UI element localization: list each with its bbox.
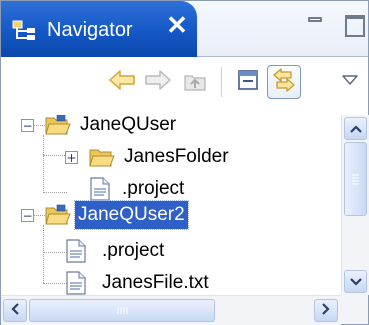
collapse-toggle[interactable]: − [21,119,34,132]
arrow-right-icon [144,69,172,96]
vertical-scrollbar[interactable] [341,115,369,295]
scroll-up-button[interactable] [344,117,367,140]
tree-item-label: JaneQUser [80,115,177,135]
tree-item-project-file[interactable]: .project [65,235,167,267]
collapse-toggle[interactable]: − [21,209,34,222]
view-toolbar [1,57,368,115]
triangle-down-icon [341,73,359,91]
tree-item-janequser[interactable]: − JaneQUser [21,115,179,141]
expand-toggle[interactable]: + [65,151,78,164]
scroll-down-button[interactable] [344,270,367,293]
view-menu-button[interactable] [336,65,364,99]
horizontal-scrollbar[interactable] [1,295,341,325]
chevron-up-icon [349,120,362,138]
horizontal-scroll-thumb[interactable] [29,299,215,322]
tree-item-janesfolder[interactable]: + JanesFolder [65,141,232,173]
tree-guide [43,135,44,193]
tree-guide [43,192,67,193]
project-folder-icon [45,115,71,141]
tree-guide [43,252,67,253]
maximize-button[interactable] [345,15,365,37]
navigator-tab[interactable]: Navigator ✕ [1,1,197,57]
up-button[interactable] [178,65,212,99]
tree-guide [43,283,67,284]
toolbar-separator [221,67,222,97]
up-folder-icon [182,68,208,97]
view-tab-bar: Navigator ✕ [1,1,368,57]
scroll-right-button[interactable] [314,299,338,322]
collapse-all-button[interactable] [231,65,265,99]
tree-guide [43,155,67,156]
close-icon[interactable]: ✕ [165,12,189,38]
text-file-icon [65,271,87,295]
navigator-icon [12,19,42,43]
tree-item-label: JanesFile.txt [102,272,209,293]
tree-item-label: JanesFolder [124,146,229,167]
back-button[interactable] [105,65,139,99]
folder-icon [89,146,115,173]
chevron-down-icon [349,273,362,291]
chevron-left-icon [11,302,19,320]
chevron-right-icon [322,302,330,320]
minimize-button[interactable] [308,17,322,22]
tree-item-janesfile-txt[interactable]: JanesFile.txt [65,267,212,295]
resource-tree: − JaneQUser + JanesFolder .project − Jan… [1,115,341,295]
navigator-view: Navigator ✕ − JaneQUser + JanesFolder .p… [0,0,369,325]
tree-guide [43,225,44,283]
link-arrows-icon [271,67,297,98]
arrow-left-icon [108,69,136,96]
link-with-editor-button[interactable] [267,65,301,99]
tree-item-label: JaneQUser2 [74,200,189,230]
forward-button[interactable] [141,65,175,99]
scrollbar-corner [341,295,368,324]
vertical-scroll-thumb[interactable] [344,142,367,216]
project-folder-icon [45,204,71,231]
collapse-all-icon [236,68,260,97]
file-icon [65,239,87,268]
tab-label: Navigator [47,19,133,41]
tree-item-label: .project [102,240,165,261]
tree-item-janequser2[interactable]: − JaneQUser2 [21,199,189,231]
scroll-left-button[interactable] [3,299,27,322]
